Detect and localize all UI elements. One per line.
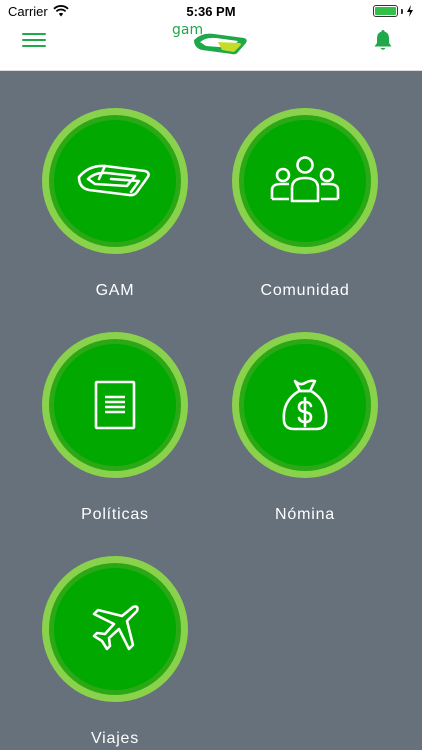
battery-icon <box>373 5 398 17</box>
gam-logo-icon <box>194 33 247 55</box>
tile-circle-ring <box>49 115 181 247</box>
tile-circle-ring <box>49 339 181 471</box>
hamburger-icon-line <box>22 45 46 47</box>
tile-circle <box>42 556 188 702</box>
tile-label: GAM <box>95 282 135 299</box>
tile-circle <box>42 332 188 478</box>
money-bag-icon <box>282 379 328 431</box>
gam-logo-icon <box>77 164 150 197</box>
tile-circle-inner <box>244 344 366 466</box>
status-right <box>373 5 414 17</box>
battery-tip <box>401 8 403 14</box>
tile-circle-inner <box>54 344 176 466</box>
app-logo: gam <box>172 22 252 58</box>
tile-label: Viajes <box>90 730 140 747</box>
tile-viajes[interactable]: Viajes <box>20 556 210 748</box>
community-icon <box>270 156 340 203</box>
airplane-icon <box>92 605 139 651</box>
hamburger-icon-line <box>22 39 46 41</box>
tile-circle-inner <box>54 120 176 242</box>
tile-circle-ring <box>49 563 181 695</box>
tile-label: Nómina <box>275 506 335 523</box>
tile-label: Políticas <box>81 506 149 523</box>
app-header: gam <box>0 22 422 71</box>
tile-nomina[interactable]: Nómina <box>210 332 400 524</box>
tile-comunidad[interactable]: Comunidad <box>210 108 400 300</box>
tile-circle <box>232 108 378 254</box>
notifications-button[interactable] <box>372 28 394 52</box>
status-left: Carrier <box>8 4 69 19</box>
document-icon <box>94 380 136 430</box>
charging-bolt-icon <box>407 5 413 17</box>
battery-fill <box>375 7 396 15</box>
tile-circle <box>232 332 378 478</box>
bell-icon <box>374 30 392 50</box>
tile-circle-inner <box>244 120 366 242</box>
carrier-label: Carrier <box>8 3 48 19</box>
tile-label: Comunidad <box>260 282 350 299</box>
tile-gam[interactable]: GAM <box>20 108 210 300</box>
hamburger-icon-line <box>22 33 46 35</box>
tile-politicas[interactable]: Políticas <box>20 332 210 524</box>
wifi-icon <box>53 5 69 17</box>
tile-circle <box>42 108 188 254</box>
tile-circle-inner <box>54 568 176 690</box>
tile-circle-ring <box>239 339 371 471</box>
tile-circle-ring <box>239 115 371 247</box>
status-bar: Carrier 5:36 PM <box>0 0 422 22</box>
menu-button[interactable] <box>22 31 46 49</box>
